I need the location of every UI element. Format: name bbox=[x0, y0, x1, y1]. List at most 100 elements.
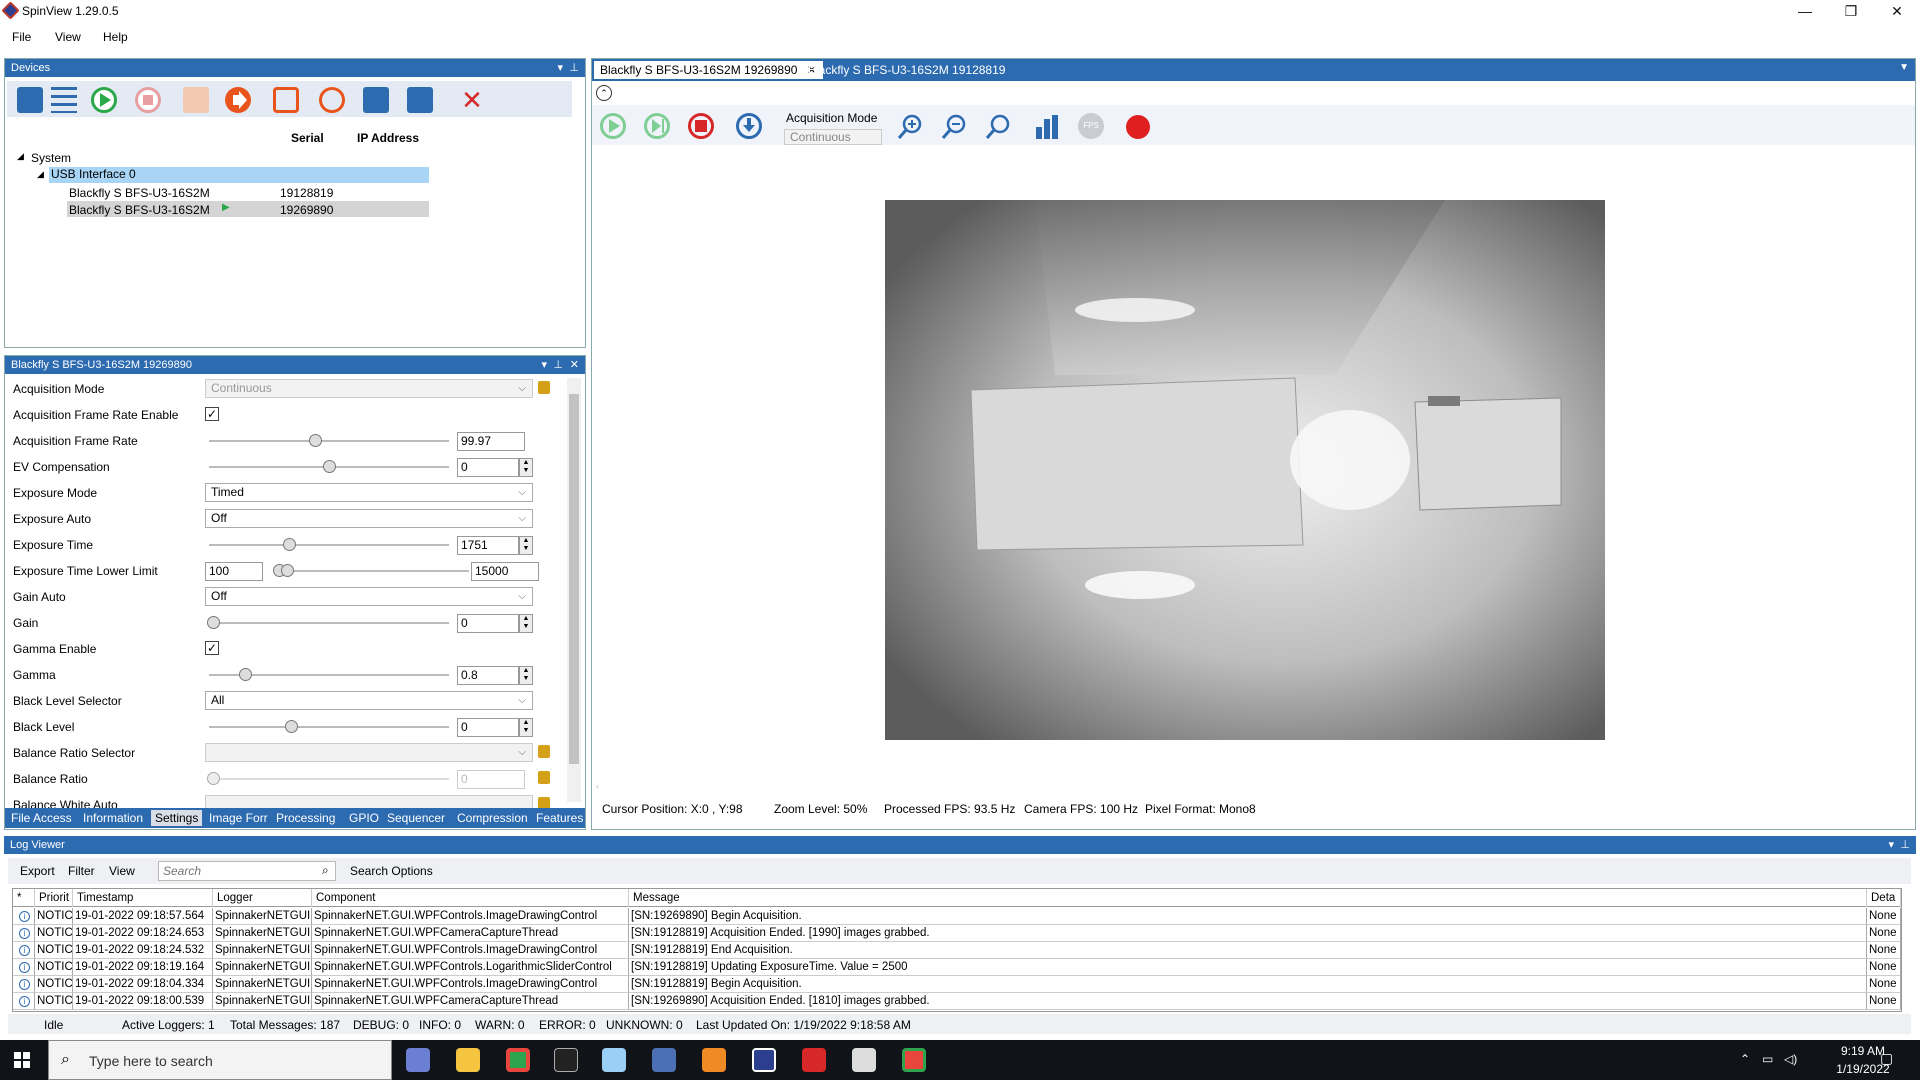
tab-features[interactable]: Features bbox=[532, 810, 585, 826]
viewer-tab-19128819[interactable]: Blackfly S BFS-U3-16S2M 19128819 bbox=[802, 61, 1011, 79]
devices-pin-icon[interactable]: ⊥ bbox=[569, 59, 579, 77]
exposure-mode-select[interactable]: Timed ⌵ bbox=[205, 483, 533, 502]
log-row[interactable]: iNOTICE19-01-2022 09:18:24.532SpinnakerN… bbox=[13, 942, 1901, 959]
gain-spinner[interactable]: ▲ ▼ bbox=[519, 614, 533, 633]
forward-arrow-icon[interactable] bbox=[225, 87, 251, 113]
properties-scrollbar[interactable] bbox=[567, 378, 581, 802]
capture-icon[interactable] bbox=[319, 87, 345, 113]
histogram-icon[interactable] bbox=[1034, 113, 1060, 139]
log-dropdown-icon[interactable]: ▾ bbox=[1888, 836, 1894, 854]
viewer-play-icon[interactable] bbox=[600, 113, 626, 139]
gamma-input[interactable]: 0.8 bbox=[457, 666, 519, 685]
black-level-slider[interactable] bbox=[209, 720, 449, 733]
col-timestamp[interactable]: Timestamp bbox=[73, 889, 213, 907]
list-view-icon[interactable] bbox=[51, 87, 77, 113]
exposure-high-input[interactable]: 15000 bbox=[471, 562, 539, 581]
col-message[interactable]: Message bbox=[629, 889, 1867, 907]
exposure-range-slider[interactable] bbox=[273, 564, 469, 577]
log-filter-button[interactable]: Filter bbox=[68, 864, 95, 878]
app-icon-red[interactable] bbox=[802, 1048, 826, 1072]
tab-processing[interactable]: Processing bbox=[272, 810, 339, 826]
gain-auto-select[interactable]: Off ⌵ bbox=[205, 587, 533, 606]
search-options-button[interactable]: Search Options bbox=[350, 864, 433, 878]
log-row[interactable]: iNOTICE19-01-2022 09:18:00.539SpinnakerN… bbox=[13, 993, 1901, 1010]
camera-1-name[interactable]: Blackfly S BFS-U3-16S2M bbox=[69, 186, 210, 200]
gain-slider[interactable] bbox=[207, 616, 449, 629]
tab-gpio[interactable]: GPIO bbox=[345, 810, 383, 826]
tray-chevron-icon[interactable]: ⌃ bbox=[1740, 1052, 1750, 1066]
sublime-text-icon[interactable] bbox=[702, 1048, 726, 1072]
viewer-tab-19269890[interactable]: Blackfly S BFS-U3-16S2M 19269890 ✕ bbox=[594, 61, 823, 79]
ev-input[interactable]: 0 bbox=[457, 458, 519, 477]
slider-thumb[interactable] bbox=[283, 538, 296, 551]
ev-spinner[interactable]: ▲ ▼ bbox=[519, 458, 533, 477]
zoom-fit-icon[interactable] bbox=[984, 113, 1010, 139]
notepad-icon[interactable] bbox=[602, 1048, 626, 1072]
log-row[interactable]: iNOTICE19-01-2022 09:18:24.653SpinnakerN… bbox=[13, 925, 1901, 942]
taskbar-search-box[interactable]: ⌕ Type here to search bbox=[48, 1040, 392, 1080]
properties-close-icon[interactable]: ✕ bbox=[570, 356, 579, 374]
chrome-profile-icon[interactable] bbox=[902, 1048, 926, 1072]
col-detail[interactable]: Deta bbox=[1867, 889, 1901, 907]
message-icon[interactable] bbox=[407, 87, 433, 113]
col-priority[interactable]: Priorit bbox=[35, 889, 73, 907]
minimize-button[interactable]: — bbox=[1782, 0, 1828, 22]
windows-start-icon[interactable] bbox=[14, 1052, 30, 1068]
task-view-icon[interactable] bbox=[406, 1048, 430, 1072]
afr-slider[interactable] bbox=[209, 434, 449, 447]
log-pin-icon[interactable]: ⊥ bbox=[1900, 836, 1910, 854]
tree-system[interactable]: System bbox=[31, 151, 71, 165]
tree-expander-icon[interactable]: ◢ bbox=[17, 151, 24, 162]
slider-thumb-high[interactable] bbox=[281, 564, 294, 577]
tab-file-access[interactable]: File Access bbox=[7, 810, 76, 826]
tab-compression[interactable]: Compression bbox=[453, 810, 532, 826]
horizontal-scrollbar[interactable]: ‹ bbox=[596, 781, 1896, 791]
black-level-selector-select[interactable]: All ⌵ bbox=[205, 691, 533, 710]
tab-information[interactable]: Information bbox=[79, 810, 147, 826]
tab-image-format[interactable]: Image Forr bbox=[205, 810, 272, 826]
gamma-spinner[interactable]: ▲ ▼ bbox=[519, 666, 533, 685]
log-row[interactable]: iNOTICE19-01-2022 09:18:19.164SpinnakerN… bbox=[13, 959, 1901, 976]
properties-dropdown-icon[interactable]: ▾ bbox=[541, 356, 547, 374]
volume-tray-icon[interactable]: ◁) bbox=[1784, 1052, 1797, 1066]
app-icon-clock[interactable] bbox=[852, 1048, 876, 1072]
spinview-taskbar-icon[interactable] bbox=[752, 1048, 776, 1072]
zoom-in-icon[interactable] bbox=[896, 113, 922, 139]
gamma-enable-checkbox[interactable]: ✓ bbox=[205, 641, 219, 655]
col-star[interactable]: * bbox=[13, 889, 35, 907]
exposure-low-input[interactable]: 100 bbox=[205, 562, 263, 581]
black-level-spinner[interactable]: ▲ ▼ bbox=[519, 718, 533, 737]
tab-settings[interactable]: Settings bbox=[151, 810, 203, 826]
file-explorer-icon[interactable] bbox=[456, 1048, 480, 1072]
play-icon[interactable] bbox=[91, 87, 117, 113]
gamma-slider[interactable] bbox=[209, 668, 449, 681]
camera-2-row[interactable]: Blackfly S BFS-U3-16S2M ▶ 19269890 bbox=[67, 201, 429, 217]
network-icon[interactable] bbox=[183, 87, 209, 113]
devices-dropdown-icon[interactable]: ▾ bbox=[557, 59, 563, 77]
search-icon[interactable]: ⌕ bbox=[322, 863, 329, 878]
camera-settings-icon[interactable] bbox=[273, 87, 299, 113]
afr-enable-checkbox[interactable]: ✓ bbox=[205, 407, 219, 421]
collapse-toolbar-icon[interactable]: ⌃ bbox=[596, 85, 612, 101]
single-frame-icon[interactable] bbox=[644, 113, 670, 139]
properties-pin-icon[interactable]: ⊥ bbox=[553, 356, 563, 374]
notifications-icon[interactable]: ▢ bbox=[1880, 1050, 1893, 1067]
tabs-dropdown-icon[interactable]: ▼ bbox=[1899, 62, 1909, 73]
fps-icon[interactable]: FPS bbox=[1078, 113, 1104, 139]
viewer-stop-icon[interactable] bbox=[688, 113, 714, 139]
exposure-time-slider[interactable] bbox=[209, 538, 449, 551]
slider-thumb[interactable] bbox=[323, 460, 336, 473]
exposure-time-input[interactable]: 1751 bbox=[457, 536, 519, 555]
col-component[interactable]: Component bbox=[312, 889, 629, 907]
afr-input[interactable]: 99.97 bbox=[457, 432, 525, 451]
exposure-auto-select[interactable]: Off ⌵ bbox=[205, 509, 533, 528]
slider-thumb[interactable] bbox=[309, 434, 322, 447]
remove-icon[interactable]: ✕ bbox=[459, 87, 485, 113]
record-icon[interactable] bbox=[1126, 115, 1150, 139]
network-tray-icon[interactable]: ▭ bbox=[1762, 1052, 1773, 1066]
slider-thumb[interactable] bbox=[239, 668, 252, 681]
menu-file[interactable]: File bbox=[12, 30, 31, 44]
log-view-button[interactable]: View bbox=[109, 864, 135, 878]
scrollbar-thumb[interactable] bbox=[569, 394, 579, 764]
network-tool-icon[interactable] bbox=[652, 1048, 676, 1072]
